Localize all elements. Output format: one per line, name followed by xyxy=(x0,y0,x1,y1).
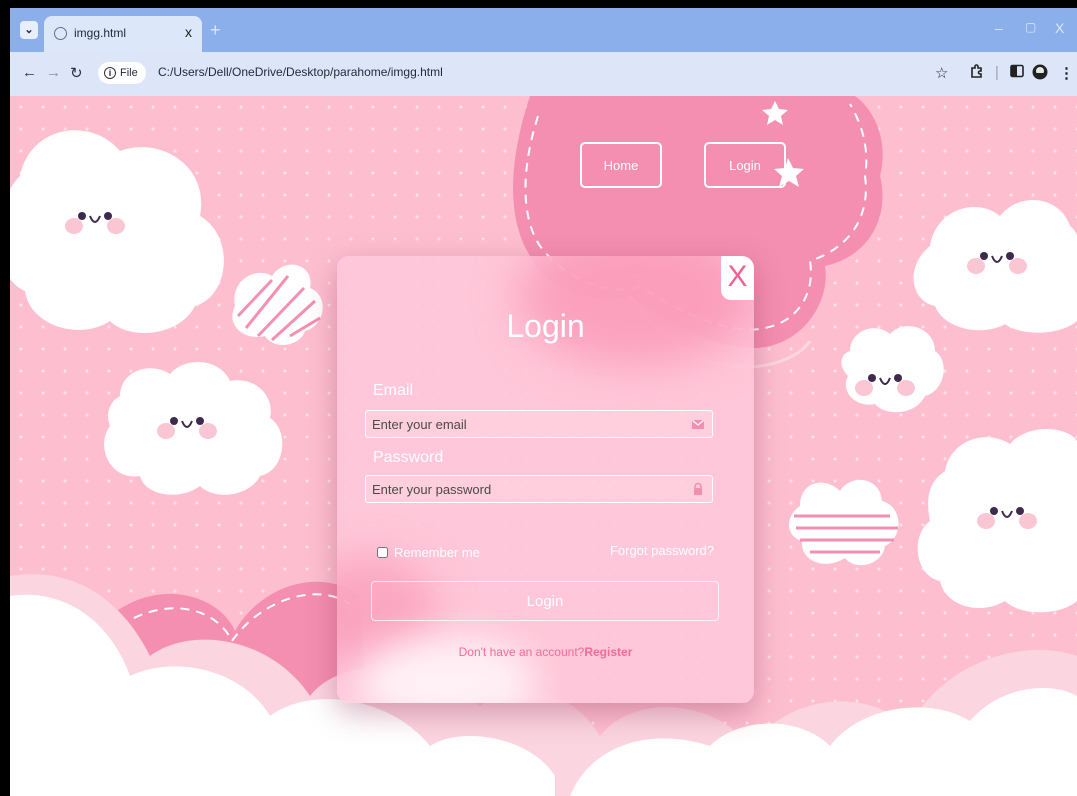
url-text[interactable]: C:/Users/Dell/OneDrive/Desktop/parahome/… xyxy=(158,65,443,79)
site-info-label: File xyxy=(120,67,138,79)
bookmark-star-icon[interactable]: ☆ xyxy=(935,64,948,82)
register-prompt: Don't have an account?Register xyxy=(337,645,754,659)
email-field-box xyxy=(365,410,713,438)
remember-me-checkbox[interactable] xyxy=(377,547,388,558)
address-bar[interactable]: i File C:/Users/Dell/OneDrive/Desktop/pa… xyxy=(92,59,972,87)
no-account-text: Don't have an account? xyxy=(458,645,585,659)
info-icon: i xyxy=(104,67,116,79)
register-link[interactable]: Register xyxy=(584,645,632,659)
reload-icon[interactable]: ↻ xyxy=(70,64,83,82)
login-submit-button[interactable]: Login xyxy=(371,581,719,621)
smiling-cloud-top-right xyxy=(913,200,1077,333)
tab-strip: ⌄ imgg.html x + – ▢ X xyxy=(10,8,1077,52)
password-input[interactable] xyxy=(366,476,698,502)
globe-icon xyxy=(54,27,67,40)
nav-login-button[interactable]: Login xyxy=(704,142,786,188)
smiling-cloud-mid-left xyxy=(104,361,283,495)
remember-me-label: Remember me xyxy=(394,545,480,560)
window-close-icon[interactable]: X xyxy=(1055,20,1064,36)
smiling-cloud-top-left xyxy=(10,130,224,333)
side-panel-icon[interactable] xyxy=(1010,64,1024,82)
page-viewport: Home Login X Login Email Password xyxy=(10,96,1077,796)
back-arrow-icon[interactable]: ← xyxy=(22,64,37,81)
striped-cloud-left xyxy=(232,264,323,346)
smiling-cloud-bottom-right xyxy=(917,428,1077,613)
smiling-cloud-mid-right xyxy=(841,326,944,413)
browser-window: ⌄ imgg.html x + – ▢ X ← → ↻ i File C:/Us… xyxy=(10,8,1077,796)
remember-me-control[interactable]: Remember me xyxy=(377,545,480,560)
kebab-menu-icon[interactable]: ⋮ xyxy=(1059,64,1074,82)
forward-arrow-icon[interactable]: → xyxy=(46,64,61,81)
forgot-password-link[interactable]: Forgot password? xyxy=(610,543,714,558)
tab-title: imgg.html xyxy=(74,26,127,40)
tab-close-icon[interactable]: x xyxy=(185,24,192,40)
striped-cloud-right xyxy=(788,479,899,566)
extensions-icon[interactable] xyxy=(970,64,984,83)
lock-icon xyxy=(694,482,702,495)
toolbar-divider: | xyxy=(995,64,999,81)
tab-search-icon[interactable]: ⌄ xyxy=(20,21,38,39)
login-modal: X Login Email Password Remem xyxy=(337,256,754,703)
profile-avatar-icon[interactable] xyxy=(1032,64,1048,84)
new-tab-button[interactable]: + xyxy=(210,20,221,41)
email-input[interactable] xyxy=(366,411,698,437)
envelope-icon xyxy=(692,420,704,429)
modal-close-icon[interactable]: X xyxy=(721,256,754,300)
minimize-icon[interactable]: – xyxy=(995,20,1003,36)
password-label: Password xyxy=(373,449,444,466)
browser-tab[interactable]: imgg.html x xyxy=(44,16,202,52)
modal-title: Login xyxy=(506,308,585,344)
restore-icon[interactable]: ▢ xyxy=(1025,20,1036,34)
nav-home-button[interactable]: Home xyxy=(580,142,662,188)
password-field-box xyxy=(365,475,713,503)
browser-toolbar: ← → ↻ i File C:/Users/Dell/OneDrive/Desk… xyxy=(10,52,1077,96)
email-label: Email xyxy=(373,382,414,399)
site-info-chip[interactable]: i File xyxy=(98,62,146,84)
